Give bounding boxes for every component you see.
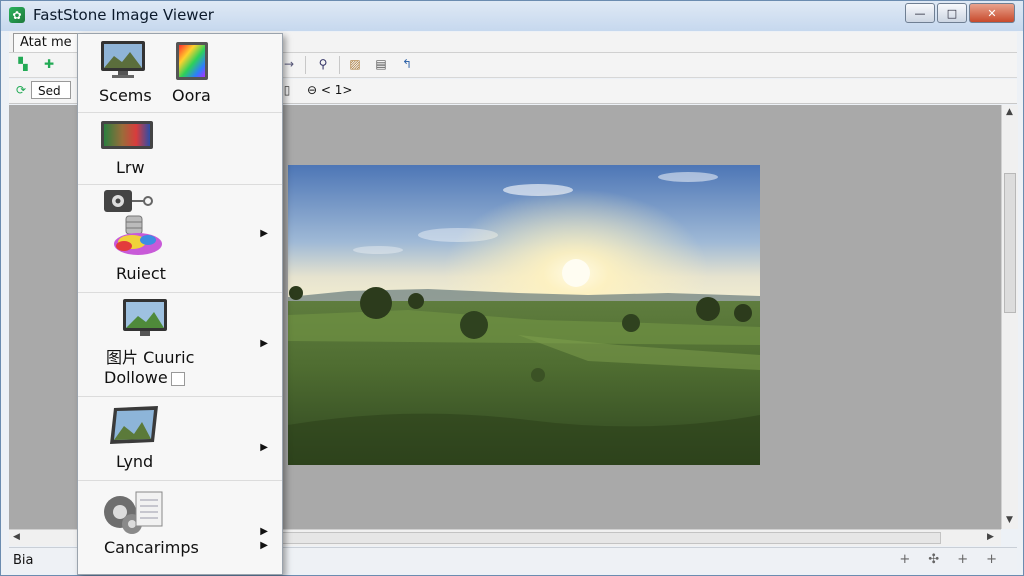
menu-item-lrw[interactable]: Lrw	[78, 112, 282, 185]
rotate-icon[interactable]: ↰	[399, 56, 415, 72]
submenu-arrow-icon: ▶	[260, 526, 268, 537]
submenu-arrow-icon: ▶	[260, 540, 268, 551]
landscape-frame-icon	[110, 406, 158, 444]
menu-item-label: Lrw	[116, 158, 145, 177]
horizontal-scroll-thumb[interactable]	[281, 532, 941, 544]
status-plus-icon[interactable]: +	[957, 552, 968, 567]
menu-item-label: Oora	[172, 86, 211, 105]
submenu-arrow-icon: ▶	[260, 338, 268, 349]
menu-item-cuuric[interactable]: ▶ 图片 Cuuric Dollowe	[78, 292, 282, 397]
status-text: Bia	[13, 552, 34, 568]
maximize-button[interactable]: □	[937, 3, 967, 23]
status-icons: + ✣ + +	[899, 552, 997, 567]
monitor-landscape-icon	[101, 41, 145, 78]
menu-item-checkbox[interactable]	[170, 371, 185, 386]
zoom-icon[interactable]: ⚲	[315, 56, 331, 72]
color-gradient-icon	[101, 121, 153, 149]
window-controls: — □ ✕	[905, 3, 1015, 23]
menu-item-cancarimps[interactable]: ▶ Cancarimps ▶	[78, 480, 282, 574]
arrow-right-icon[interactable]: →	[281, 56, 297, 72]
image-copy-icon[interactable]: ▨	[347, 56, 363, 72]
submenu-arrow-icon: ▶	[260, 442, 268, 453]
menu-item-lynd[interactable]: ▶ Lynd	[78, 396, 282, 481]
menu-item-label: 图片 Cuuric	[106, 348, 195, 367]
menu-item-main[interactable]: Atat me	[13, 32, 79, 52]
status-plus-icon[interactable]: +	[899, 552, 910, 567]
toolbar-separator	[339, 56, 340, 74]
vertical-scrollbar[interactable]: ▲ ▼	[1001, 105, 1018, 529]
status-move-icon[interactable]: ✣	[928, 552, 939, 567]
gears-document-icon	[104, 491, 163, 534]
status-plus-icon[interactable]: +	[986, 552, 997, 567]
toolbar-separator	[305, 56, 306, 74]
close-button[interactable]: ✕	[969, 3, 1015, 23]
menu-item-label: Cancarimps	[104, 538, 199, 557]
menu-item-label-secondary: Dollowe	[104, 368, 185, 387]
menu-item-label: Lynd	[116, 452, 154, 471]
app-window: ✿ FastStone Image Viewer — □ ✕ Atat me ▚…	[0, 0, 1024, 576]
menu-item-label: Scems	[99, 86, 152, 105]
vertical-scroll-thumb[interactable]	[1004, 173, 1016, 313]
window-title: FastStone Image Viewer	[33, 6, 214, 24]
minimize-button[interactable]: —	[905, 3, 935, 23]
image-stack-icon[interactable]: ▤	[373, 56, 389, 72]
dropdown-menu: Scems Oora Lrw ▶ Ruiect ▶ 图片 Cuuric Doll…	[77, 33, 283, 575]
app-icon: ✿	[9, 7, 25, 23]
zoom-readout: ⊖ < 1>	[307, 83, 353, 97]
image-monitor-icon	[123, 299, 167, 336]
settings-palette-icon	[104, 190, 162, 255]
puzzle-icon[interactable]: ✚	[41, 56, 57, 72]
title-bar[interactable]: ✿ FastStone Image Viewer — □ ✕	[1, 1, 1023, 29]
color-spectrum-icon	[176, 42, 208, 80]
scroll-up-icon[interactable]: ▲	[1006, 107, 1013, 117]
menu-item-label-secondary-text: Dollowe	[104, 368, 168, 387]
photo-svg	[288, 165, 760, 465]
scroll-left-icon[interactable]: ◀	[13, 532, 20, 542]
submenu-arrow-icon: ▶	[260, 228, 268, 239]
sed-button[interactable]: Sed	[31, 81, 71, 99]
refresh-icon[interactable]: ⟳	[13, 82, 29, 98]
menu-item-ruiect[interactable]: ▶ Ruiect	[78, 184, 282, 293]
menu-item-label: Ruiect	[116, 264, 166, 283]
scroll-down-icon[interactable]: ▼	[1006, 515, 1013, 525]
menu-item-scems[interactable]: Scems	[88, 34, 160, 112]
menu-item-oora[interactable]: Oora	[166, 34, 238, 112]
landscape-photo	[288, 165, 760, 465]
copy-icon[interactable]: ▚	[15, 56, 31, 72]
dropdown-row-top: Scems Oora	[78, 34, 282, 113]
scroll-right-icon[interactable]: ▶	[987, 532, 994, 542]
